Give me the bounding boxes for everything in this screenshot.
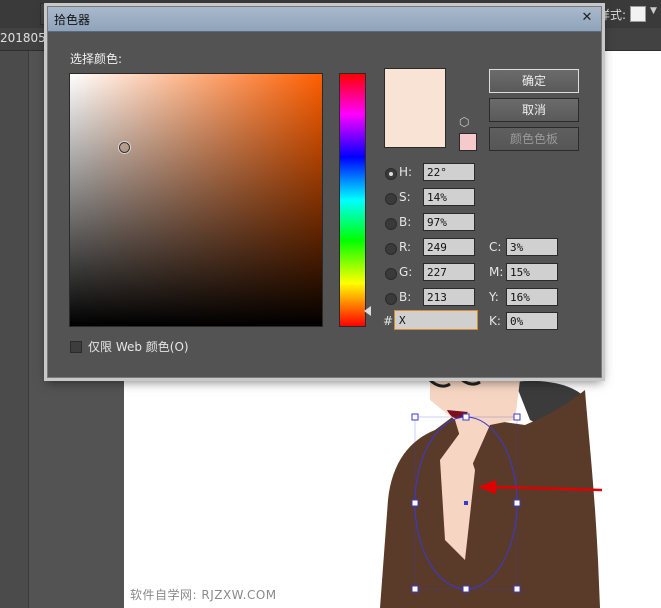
web-colors-checkbox[interactable] [70,341,82,353]
green-field[interactable]: 227 [423,263,475,281]
select-color-label: 选择颜色: [70,52,123,66]
magenta-label: M: [489,265,504,279]
hue-radio[interactable] [385,168,397,180]
watermark-text: 软件自学网: RJZXW.COM [130,588,277,602]
yellow-label: Y: [489,290,499,304]
hue-slider[interactable] [339,73,366,327]
saturation-label: S: [399,190,411,204]
brightness-field[interactable]: 97% [423,213,475,231]
saturation-radio[interactable] [385,193,397,205]
hue-slider-marker-icon[interactable] [364,306,371,316]
handle [411,413,419,421]
saturation-field[interactable]: 14% [423,188,475,206]
ok-button[interactable]: 确定 [489,69,579,93]
color-libraries-button[interactable]: 颜色色板 [489,127,579,151]
dialog-titlebar[interactable]: 拾色器 ✕ [48,7,601,32]
red-radio[interactable] [385,243,397,255]
green-radio[interactable] [385,268,397,280]
cyan-field[interactable]: 3% [506,238,558,256]
close-icon[interactable]: ✕ [580,11,594,25]
new-color-swatch [384,68,446,148]
saturation-brightness-field[interactable] [69,73,323,327]
hue-label: H: [399,165,413,179]
blue-radio[interactable] [385,293,397,305]
color-cursor[interactable] [119,142,130,153]
center-point [464,501,468,505]
gamut-color-swatch[interactable] [459,133,477,151]
cancel-button[interactable]: 取消 [489,98,579,122]
web-colors-label: 仅限 Web 颜色(O) [88,340,189,354]
black-label: K: [489,314,501,328]
magenta-field[interactable]: 15% [506,263,558,281]
handle [513,499,521,507]
hue-field[interactable]: 22° [423,163,475,181]
green-label: G: [399,265,413,279]
blue-label: B: [399,290,412,304]
handle [411,585,419,593]
cube-icon[interactable]: ⬡ [459,115,473,129]
hex-input[interactable]: X [394,310,478,330]
red-label: R: [399,240,412,254]
handle [513,585,521,593]
brightness-radio[interactable] [385,218,397,230]
handle [411,499,419,507]
handle [513,413,521,421]
dialog-title: 拾色器 [54,13,91,27]
cyan-label: C: [489,240,502,254]
red-field[interactable]: 249 [423,238,475,256]
color-picker-dialog: 拾色器 ✕ 选择颜色: ⬡ 确定 取消 颜色色板 H: 22° S: 14% B… [47,6,602,378]
black-field[interactable]: 0% [506,312,558,330]
blue-field[interactable]: 213 [423,288,475,306]
handle [462,585,470,593]
handle [462,413,470,421]
brightness-label: B: [399,215,412,229]
yellow-field[interactable]: 16% [506,288,558,306]
hex-label: # [383,314,394,328]
